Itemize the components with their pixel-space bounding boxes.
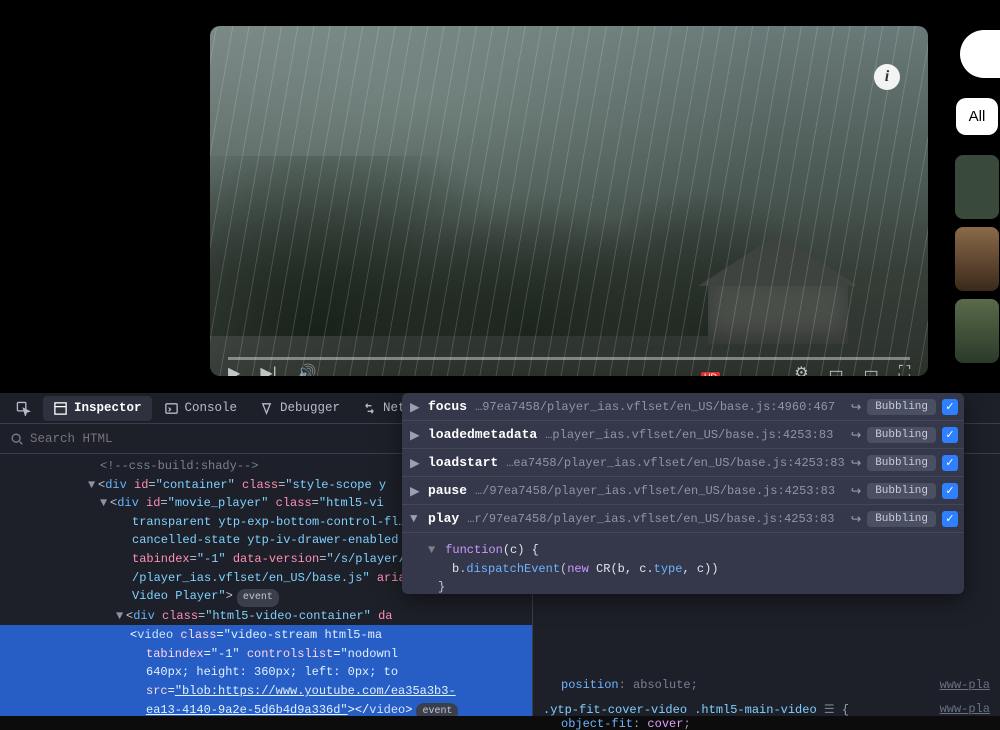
event-row[interactable]: ▶ loadedmetadata …player_ias.vflset/en_US/… [402,421,964,449]
video-player[interactable]: i ▶ ▶| 🔊 HD ⚙ ▭ ▭ ⛶ [210,26,928,376]
event-enabled-checkbox[interactable]: ✓ [942,455,958,471]
event-handler-code[interactable]: ▼ function(c) { b.dispatchEvent(new CR(b… [402,533,964,594]
filter-all-button[interactable]: All [956,98,998,135]
miniplayer-icon[interactable]: ▭ [829,363,844,376]
selected-node[interactable]: <video class="video-stream html5-ma tabi… [0,625,532,716]
css-property[interactable]: object-fit [543,717,633,730]
right-sidebar: All [954,30,1000,390]
event-name: focus [428,399,467,414]
bubbling-badge: Bubbling [867,511,936,527]
jump-icon[interactable]: ↪ [851,455,861,471]
event-name: loadstart [428,455,498,470]
event-row[interactable]: ▶ focus …97ea7458/player_ias.vflset/en_US/… [402,393,964,421]
play-icon[interactable]: ▶ [228,363,240,376]
next-icon[interactable]: ▶| [260,363,276,376]
tab-inspector[interactable]: Inspector [43,396,152,421]
pick-element-button[interactable] [6,396,41,421]
event-name: play [428,511,459,526]
theater-icon[interactable]: ▭ [864,363,879,376]
search-icon [10,432,24,446]
tab-debugger[interactable]: Debugger [249,396,350,421]
bubbling-badge: Bubbling [867,455,936,471]
event-enabled-checkbox[interactable]: ✓ [942,483,958,499]
jump-icon[interactable]: ↪ [851,483,861,499]
twisty-icon[interactable]: ▶ [410,399,420,415]
event-badge[interactable]: event [416,703,458,716]
rain-overlay [210,26,928,376]
bubbling-badge: Bubbling [867,483,936,499]
partial-button[interactable] [960,30,1000,78]
source-link[interactable]: www-pla [940,702,990,716]
hd-badge: HD [701,372,720,376]
css-selector: .ytp-fit-cover-video .html5-main-video [543,703,817,717]
twisty-icon[interactable]: ▶ [410,427,420,443]
video-background: i ▶ ▶| 🔊 HD ⚙ ▭ ▭ ⛶ [0,0,1000,393]
tab-debugger-label: Debugger [280,401,340,415]
bubbling-badge: Bubbling [867,399,936,415]
volume-icon[interactable]: 🔊 [297,363,317,376]
event-location[interactable]: …/97ea7458/player_ias.vflset/en_US/base.… [475,484,835,498]
thumbnail-3[interactable] [955,299,999,363]
event-row[interactable]: ▶ loadstart …ea7458/player_ias.vflset/en_U… [402,449,964,477]
thumbnail-2[interactable] [955,227,999,291]
event-name: pause [428,483,467,498]
event-location[interactable]: …r/97ea7458/player_ias.vflset/en_US/base… [467,512,834,526]
event-badge[interactable]: event [237,589,279,607]
jump-icon[interactable]: ↪ [851,399,861,415]
tab-console-label: Console [185,401,238,415]
twisty-icon[interactable]: ▶ [410,455,420,471]
event-enabled-checkbox[interactable]: ✓ [942,427,958,443]
bubbling-badge: Bubbling [867,427,936,443]
event-enabled-checkbox[interactable]: ✓ [942,511,958,527]
info-button[interactable]: i [874,64,900,90]
tab-inspector-label: Inspector [74,401,142,415]
event-listeners-popup: ▶ focus …97ea7458/player_ias.vflset/en_US/… [402,393,964,594]
fullscreen-icon[interactable]: ⛶ [899,364,910,376]
jump-icon[interactable]: ↪ [851,511,861,527]
tab-console[interactable]: Console [154,396,248,421]
event-location[interactable]: …97ea7458/player_ias.vflset/en_US/base.j… [475,400,835,414]
settings-icon[interactable]: ⚙ [794,363,808,376]
event-location[interactable]: …ea7458/player_ias.vflset/en_US/base.js:… [506,456,844,470]
event-row[interactable]: ▶ pause …/97ea7458/player_ias.vflset/en_US… [402,477,964,505]
event-name: loadedmetadata [428,427,537,442]
jump-icon[interactable]: ↪ [851,427,861,443]
twisty-icon[interactable]: ▶ [410,483,420,499]
source-link[interactable]: www-pla [940,678,990,692]
event-enabled-checkbox[interactable]: ✓ [942,399,958,415]
event-row[interactable]: ▼ play …r/97ea7458/player_ias.vflset/en_US… [402,505,964,533]
twisty-icon[interactable]: ▼ [410,512,420,526]
thumbnail-1[interactable] [955,155,999,219]
event-location[interactable]: …player_ias.vflset/en_US/base.js:4253:83 [545,428,833,442]
css-value[interactable]: cover [647,717,683,730]
comment-node: <!--css-build:shady--> [100,459,258,473]
player-controls: ▶ ▶| 🔊 HD ⚙ ▭ ▭ ⛶ [228,360,910,376]
